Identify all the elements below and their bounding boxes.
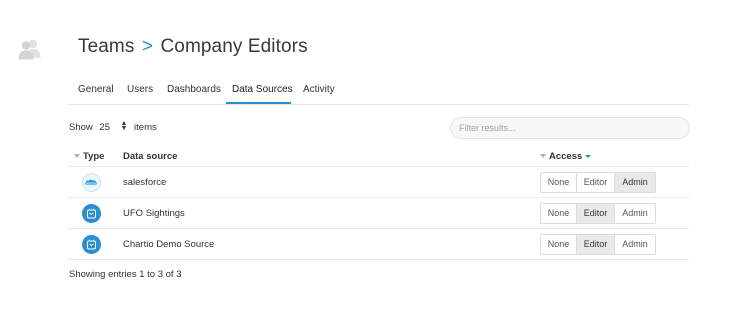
data-source-name[interactable]: Chartio Demo Source (123, 239, 214, 250)
page-title: Teams > Company Editors (78, 36, 308, 58)
tab-data-sources[interactable]: Data Sources (232, 84, 293, 95)
access-admin-button[interactable]: Admin (615, 204, 655, 223)
show-label: Show (69, 122, 93, 133)
select-arrows-icon: ▲ ▼ (120, 120, 128, 132)
access-editor-button[interactable]: Editor (577, 204, 615, 223)
data-sources-table: Type Data source Access salesforce sales… (68, 145, 689, 260)
column-data-source-header[interactable]: Data source (123, 151, 177, 162)
users-group-icon (17, 36, 43, 62)
access-selector: None Editor Admin (540, 203, 656, 224)
tab-bar: General Users Dashboards Data Sources Ac… (68, 78, 689, 105)
tab-general[interactable]: General (78, 84, 114, 95)
database-icon (82, 235, 101, 254)
breadcrumb-separator: > (141, 36, 154, 57)
access-none-button[interactable]: None (541, 204, 577, 223)
column-access-header[interactable]: Access (540, 151, 592, 162)
items-label: items (134, 122, 157, 133)
sort-caret-icon (585, 155, 592, 158)
filter-input[interactable] (450, 117, 690, 139)
tab-dashboards[interactable]: Dashboards (167, 84, 221, 95)
access-selector: None Editor Admin (540, 172, 656, 193)
table-row: salesforce salesforce None Editor Admin (68, 167, 689, 198)
access-selector: None Editor Admin (540, 234, 656, 255)
table-header: Type Data source Access (68, 145, 689, 167)
data-source-name[interactable]: salesforce (123, 177, 166, 188)
page-size-select[interactable]: 25 ▲ ▼ (99, 120, 128, 133)
filter-funnel-icon (74, 154, 80, 158)
table-row: Chartio Demo Source None Editor Admin (68, 229, 689, 260)
tab-activity[interactable]: Activity (303, 84, 335, 95)
access-none-button[interactable]: None (541, 173, 577, 192)
salesforce-cloud-icon: salesforce (82, 173, 101, 192)
breadcrumb-current: Company Editors (160, 36, 308, 57)
column-type-header[interactable]: Type (74, 151, 104, 162)
svg-text:salesforce: salesforce (86, 182, 98, 185)
filter-funnel-icon (540, 154, 546, 158)
page-size-control: Show 25 ▲ ▼ items (69, 120, 157, 133)
active-tab-indicator (226, 102, 291, 104)
access-editor-button[interactable]: Editor (577, 173, 615, 192)
database-icon (82, 204, 101, 223)
entries-summary: Showing entries 1 to 3 of 3 (69, 269, 182, 280)
access-none-button[interactable]: None (541, 235, 577, 254)
table-row: UFO Sightings None Editor Admin (68, 198, 689, 229)
page-size-value: 25 (99, 122, 110, 133)
access-admin-button[interactable]: Admin (615, 173, 655, 192)
data-source-name[interactable]: UFO Sightings (123, 208, 185, 219)
access-editor-button[interactable]: Editor (577, 235, 615, 254)
breadcrumb-teams-link[interactable]: Teams (78, 36, 134, 57)
access-admin-button[interactable]: Admin (615, 235, 655, 254)
tab-users[interactable]: Users (127, 84, 153, 95)
